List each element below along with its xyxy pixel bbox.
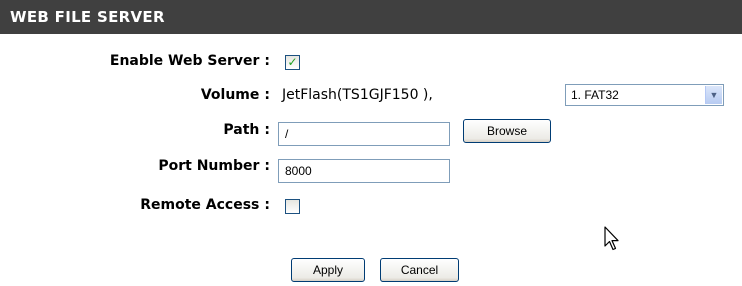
volume-select-value: 1. FAT32 <box>571 88 619 102</box>
apply-button[interactable]: Apply <box>291 258 365 282</box>
volume-label: Volume: <box>200 87 270 103</box>
remote-access-label: Remote Access: <box>140 197 270 213</box>
path-input[interactable]: / <box>278 122 450 146</box>
cancel-button[interactable]: Cancel <box>380 258 459 282</box>
path-label: Path: <box>223 122 270 138</box>
enable-web-server-checkbox[interactable]: ✓ <box>285 55 300 70</box>
remote-access-checkbox[interactable] <box>285 199 300 214</box>
port-number-label: Port Number: <box>158 158 270 174</box>
port-number-input[interactable]: 8000 <box>278 159 450 183</box>
check-icon: ✓ <box>287 55 298 69</box>
mouse-pointer-icon <box>604 226 619 251</box>
enable-web-server-label: Enable Web Server: <box>109 53 270 69</box>
section-header: WEB FILE SERVER <box>0 0 742 34</box>
browse-button[interactable]: Browse <box>463 119 551 143</box>
volume-select[interactable]: 1. FAT32 ▼ <box>565 84 724 106</box>
volume-value: JetFlash(TS1GJF150 ), <box>282 87 433 103</box>
chevron-down-icon[interactable]: ▼ <box>705 86 722 104</box>
web-file-server-panel: WEB FILE SERVER Enable Web Server: ✓ Vol… <box>0 0 742 286</box>
section-title: WEB FILE SERVER <box>10 8 165 26</box>
